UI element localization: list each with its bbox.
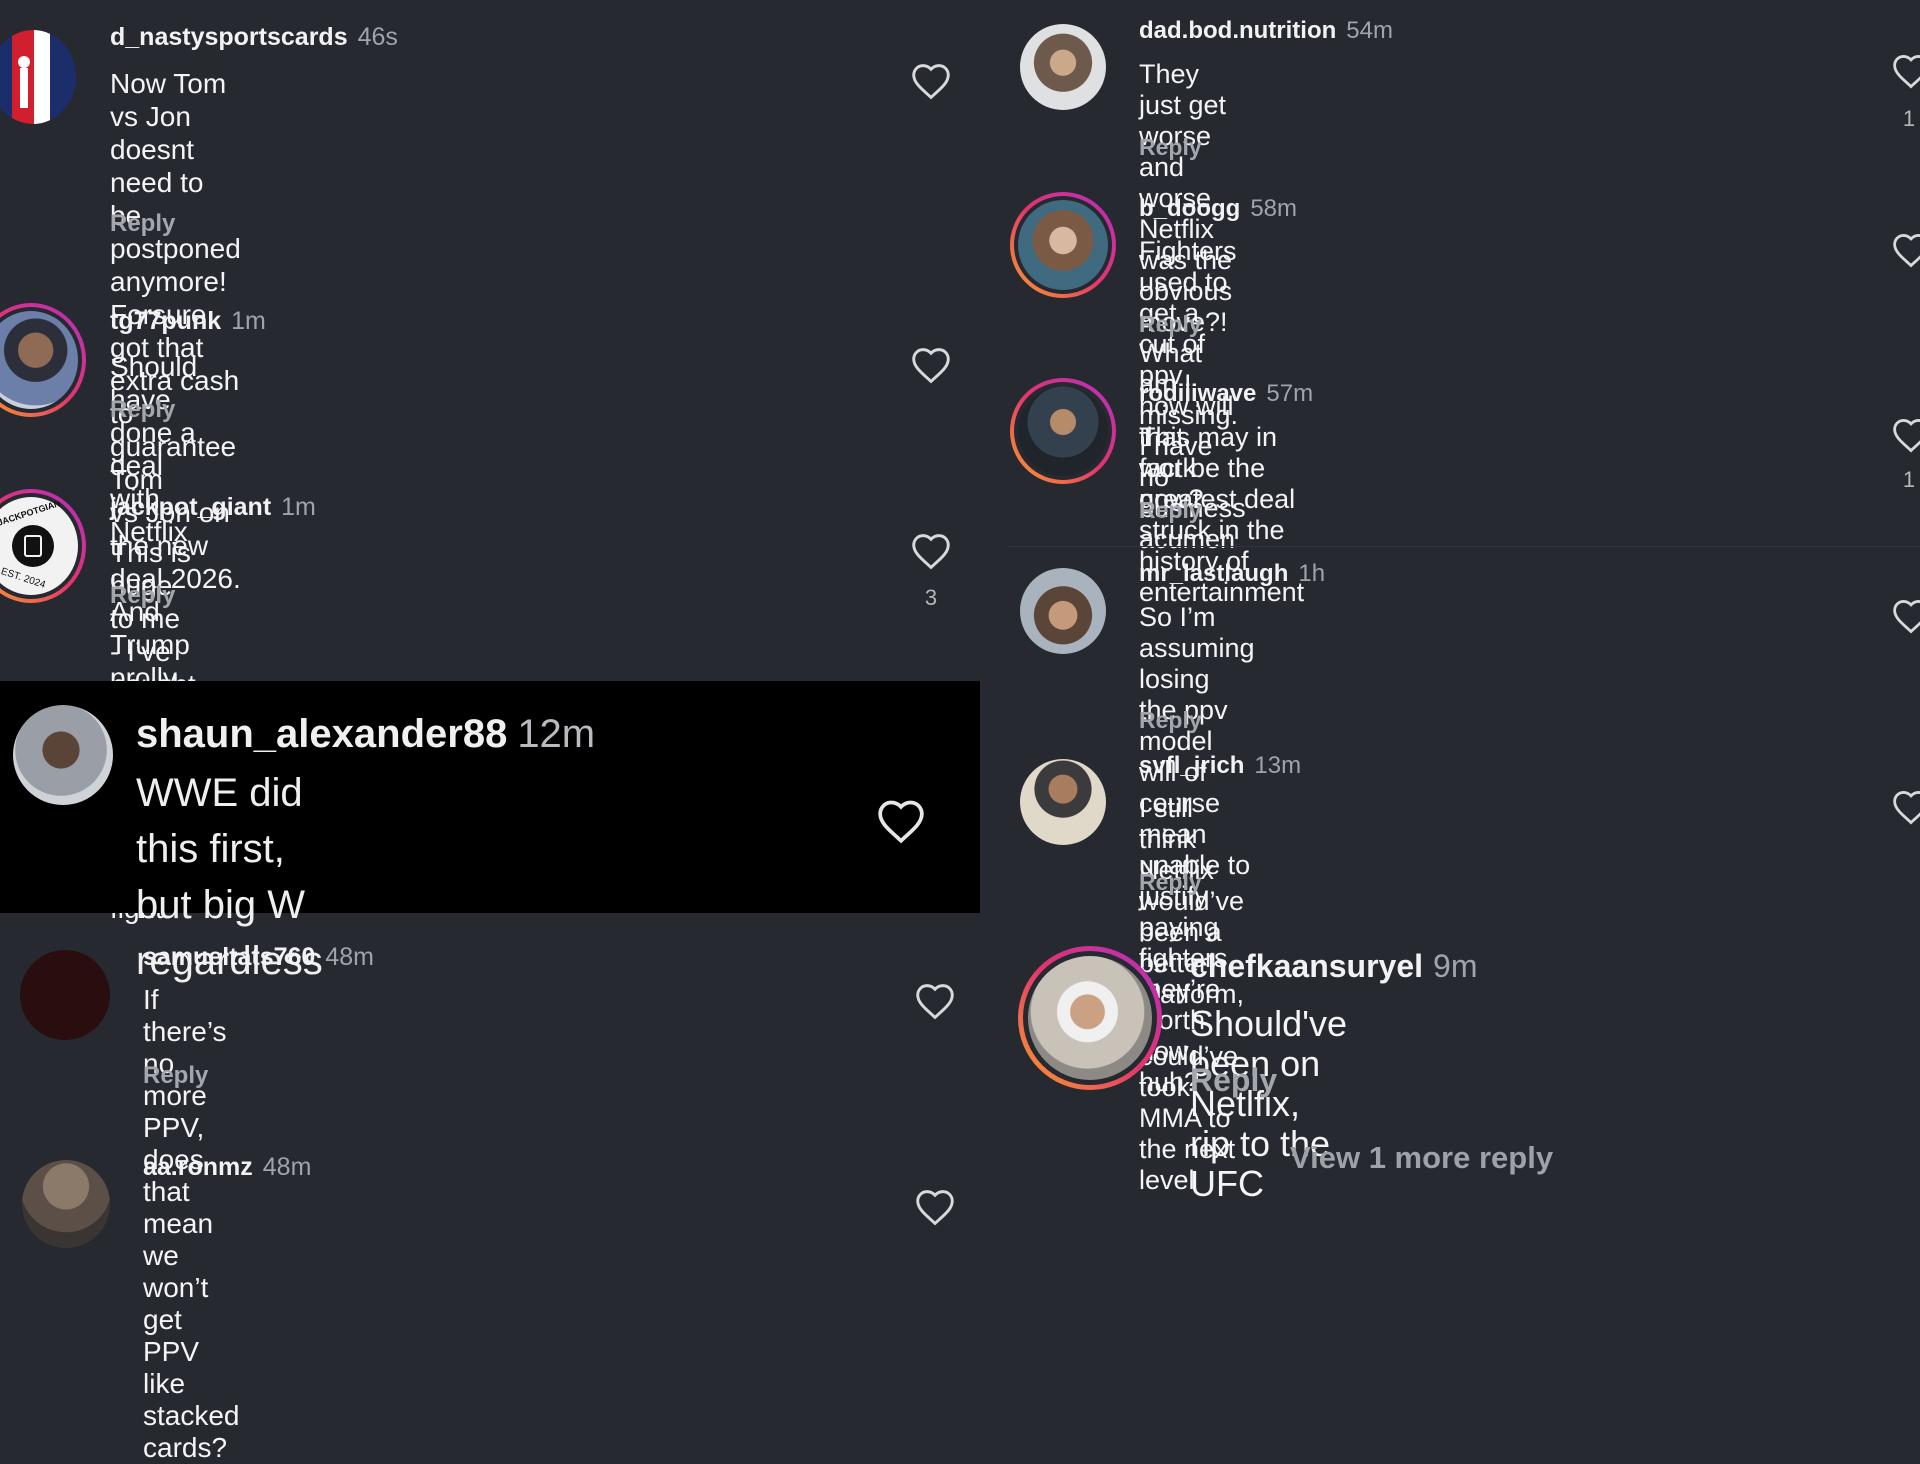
username[interactable]: shaun_alexander88 12m (136, 712, 595, 757)
heart-outline-icon[interactable] (1891, 789, 1920, 825)
reply-button[interactable]: Reply (1139, 311, 1202, 338)
avatar[interactable] (22, 1160, 110, 1248)
avatar[interactable] (1018, 946, 1162, 1090)
username[interactable]: dad.bod.nutrition 54m (1139, 17, 1393, 45)
timestamp: 1m (281, 493, 316, 521)
timestamp: 58m (1250, 195, 1297, 222)
reply-button[interactable]: Reply (1139, 707, 1202, 734)
username[interactable]: d_nastysportscards 46s (110, 23, 398, 52)
reply-button[interactable]: Reply (110, 582, 175, 610)
heart-outline-icon[interactable] (876, 798, 926, 844)
heart-outline-icon[interactable] (914, 982, 956, 1020)
timestamp: 9m (1433, 948, 1478, 984)
divider (1008, 546, 1920, 547)
reply-button[interactable]: Reply (1139, 869, 1202, 896)
username-text[interactable]: aa.ronmz (143, 1153, 253, 1181)
avatar[interactable] (0, 303, 86, 417)
username-text[interactable]: shaun_alexander88 (136, 712, 507, 756)
username-text[interactable]: d_nastysportscards (110, 23, 348, 51)
username[interactable]: tg77punk 1m (110, 307, 266, 336)
timestamp: 48m (262, 1153, 312, 1181)
avatar[interactable] (1020, 24, 1106, 110)
comment-text: If there’s no more PPV, does that mean w… (143, 984, 240, 1463)
username-text[interactable]: chefkaansuryel (1190, 948, 1423, 984)
reply-button[interactable]: Reply (110, 396, 175, 424)
username-text[interactable]: jackpot_giant (110, 493, 271, 521)
timestamp: 13m (1254, 752, 1302, 779)
username[interactable]: aa.ronmz 48m (143, 1153, 311, 1182)
reply-button[interactable]: Reply (1139, 497, 1202, 524)
reply-button[interactable]: Reply (143, 1062, 208, 1090)
username-text[interactable]: mr_lastlaugh (1139, 560, 1288, 587)
username-text[interactable]: samueltats760 (143, 943, 315, 971)
heart-outline-icon[interactable] (910, 62, 952, 100)
username-text[interactable]: dad.bod.nutrition (1139, 17, 1336, 44)
avatar[interactable]: JACKPOTGIANT EST. 2024 (0, 489, 86, 603)
heart-outline-icon[interactable] (914, 1188, 956, 1226)
like-count: 1 (1902, 106, 1916, 131)
avatar[interactable] (1010, 192, 1116, 298)
heart-outline-icon[interactable] (1891, 53, 1920, 89)
avatar[interactable] (1020, 568, 1106, 654)
heart-outline-icon[interactable] (910, 346, 952, 384)
timestamp: 46s (357, 23, 398, 51)
username[interactable]: svfl_jrich 13m (1139, 752, 1301, 780)
timestamp: 54m (1346, 17, 1393, 44)
timestamp: 12m (517, 712, 596, 756)
heart-outline-icon[interactable] (910, 532, 952, 570)
username[interactable]: chefkaansuryel 9m (1190, 948, 1477, 985)
timestamp: 57m (1266, 380, 1314, 407)
avatar[interactable] (1020, 759, 1106, 845)
timestamp: 48m (325, 943, 374, 971)
username[interactable]: jackpot_giant 1m (110, 493, 316, 522)
username[interactable]: rodiiiwave 57m (1139, 380, 1313, 408)
like-count: 1 (1902, 467, 1916, 492)
timestamp: 1h (1298, 560, 1326, 587)
username[interactable]: samueltats760 48m (143, 943, 374, 972)
reply-button[interactable]: Reply (1190, 1062, 1277, 1099)
username-text[interactable]: b_doogg (1139, 195, 1240, 222)
avatar[interactable] (0, 30, 76, 124)
username-text[interactable]: svfl_jrich (1139, 752, 1244, 779)
avatar[interactable] (1010, 378, 1116, 484)
heart-outline-icon[interactable] (1891, 232, 1920, 268)
reply-button[interactable]: Reply (1139, 134, 1202, 161)
reply-button[interactable]: Reply (110, 210, 175, 238)
like-count: 3 (924, 585, 938, 610)
avatar[interactable] (13, 705, 113, 805)
heart-outline-icon[interactable] (1891, 598, 1920, 634)
username[interactable]: b_doogg 58m (1139, 195, 1297, 223)
username[interactable]: mr_lastlaugh 1h (1139, 560, 1325, 588)
view-more-replies-button[interactable]: View 1 more reply (1290, 1140, 1553, 1176)
username-text[interactable]: tg77punk (110, 307, 221, 335)
avatar[interactable] (20, 950, 110, 1040)
timestamp: 1m (231, 307, 266, 335)
heart-outline-icon[interactable] (1891, 417, 1920, 453)
username-text[interactable]: rodiiiwave (1139, 380, 1256, 407)
